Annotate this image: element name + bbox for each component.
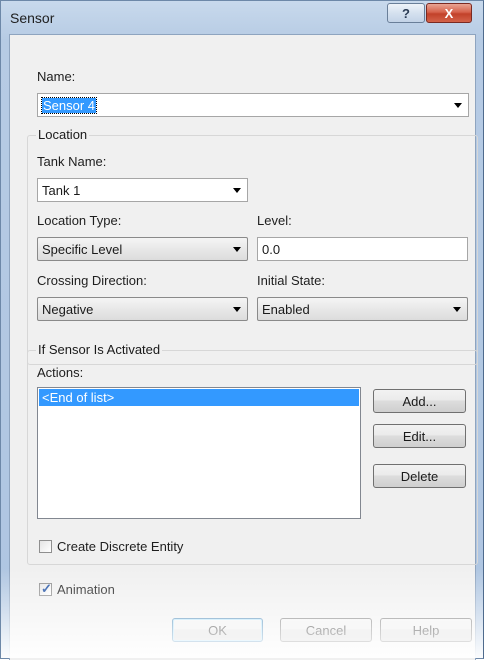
animation-label[interactable]: Animation — [57, 582, 115, 597]
crossing-direction-combobox[interactable]: Negative — [37, 297, 248, 321]
initial-state-label: Initial State: — [257, 273, 325, 288]
list-item[interactable]: <End of list> — [39, 389, 359, 406]
chevron-down-icon[interactable] — [233, 247, 241, 252]
actions-listbox[interactable]: <End of list> — [37, 387, 361, 519]
edit-button[interactable]: Edit... — [373, 424, 466, 448]
chevron-down-icon[interactable] — [233, 188, 241, 193]
level-label: Level: — [257, 213, 292, 228]
checkmark-icon: ✓ — [41, 581, 52, 596]
location-type-label: Location Type: — [37, 213, 122, 228]
crossing-direction-value: Negative — [42, 302, 94, 317]
help-button[interactable]: Help — [380, 618, 472, 642]
crossing-direction-label: Crossing Direction: — [37, 273, 147, 288]
dialog-frame: Sensor ? X Name: Sensor 4 Location Tank … — [0, 0, 484, 660]
create-discrete-entity-checkbox[interactable] — [39, 540, 52, 553]
name-label: Name: — [37, 69, 76, 84]
animation-checkbox[interactable]: ✓ — [39, 581, 52, 596]
dialog-client-area: Name: Sensor 4 Location Tank Name: Tank … — [9, 34, 478, 660]
add-button[interactable]: Add... — [373, 389, 466, 413]
initial-state-value: Enabled — [262, 302, 310, 317]
location-type-combobox[interactable]: Specific Level — [37, 237, 248, 261]
tank-name-value: Tank 1 — [42, 183, 81, 198]
close-button[interactable]: X — [426, 3, 472, 23]
level-value: 0.0 — [262, 242, 281, 257]
chevron-down-icon[interactable] — [454, 103, 462, 108]
question-icon: ? — [402, 5, 410, 21]
location-type-value: Specific Level — [42, 242, 123, 257]
location-group-label: Location — [36, 127, 90, 142]
close-icon: X — [444, 5, 454, 21]
activation-group-label: If Sensor Is Activated — [36, 342, 163, 357]
actions-label: Actions: — [37, 365, 84, 380]
ok-button[interactable]: OK — [172, 618, 263, 642]
tank-name-label: Tank Name: — [37, 154, 107, 169]
help-title-button[interactable]: ? — [387, 3, 425, 23]
name-value: Sensor 4 — [40, 97, 98, 114]
level-input[interactable]: 0.0 — [257, 237, 468, 261]
delete-button[interactable]: Delete — [373, 464, 466, 488]
cancel-button[interactable]: Cancel — [280, 618, 372, 642]
tank-name-combobox[interactable]: Tank 1 — [37, 178, 248, 202]
chevron-down-icon[interactable] — [453, 307, 461, 312]
initial-state-combobox[interactable]: Enabled — [257, 297, 468, 321]
window-title: Sensor — [10, 10, 55, 26]
name-combobox[interactable]: Sensor 4 — [37, 93, 469, 117]
create-discrete-entity-label[interactable]: Create Discrete Entity — [57, 539, 183, 554]
chevron-down-icon[interactable] — [233, 307, 241, 312]
